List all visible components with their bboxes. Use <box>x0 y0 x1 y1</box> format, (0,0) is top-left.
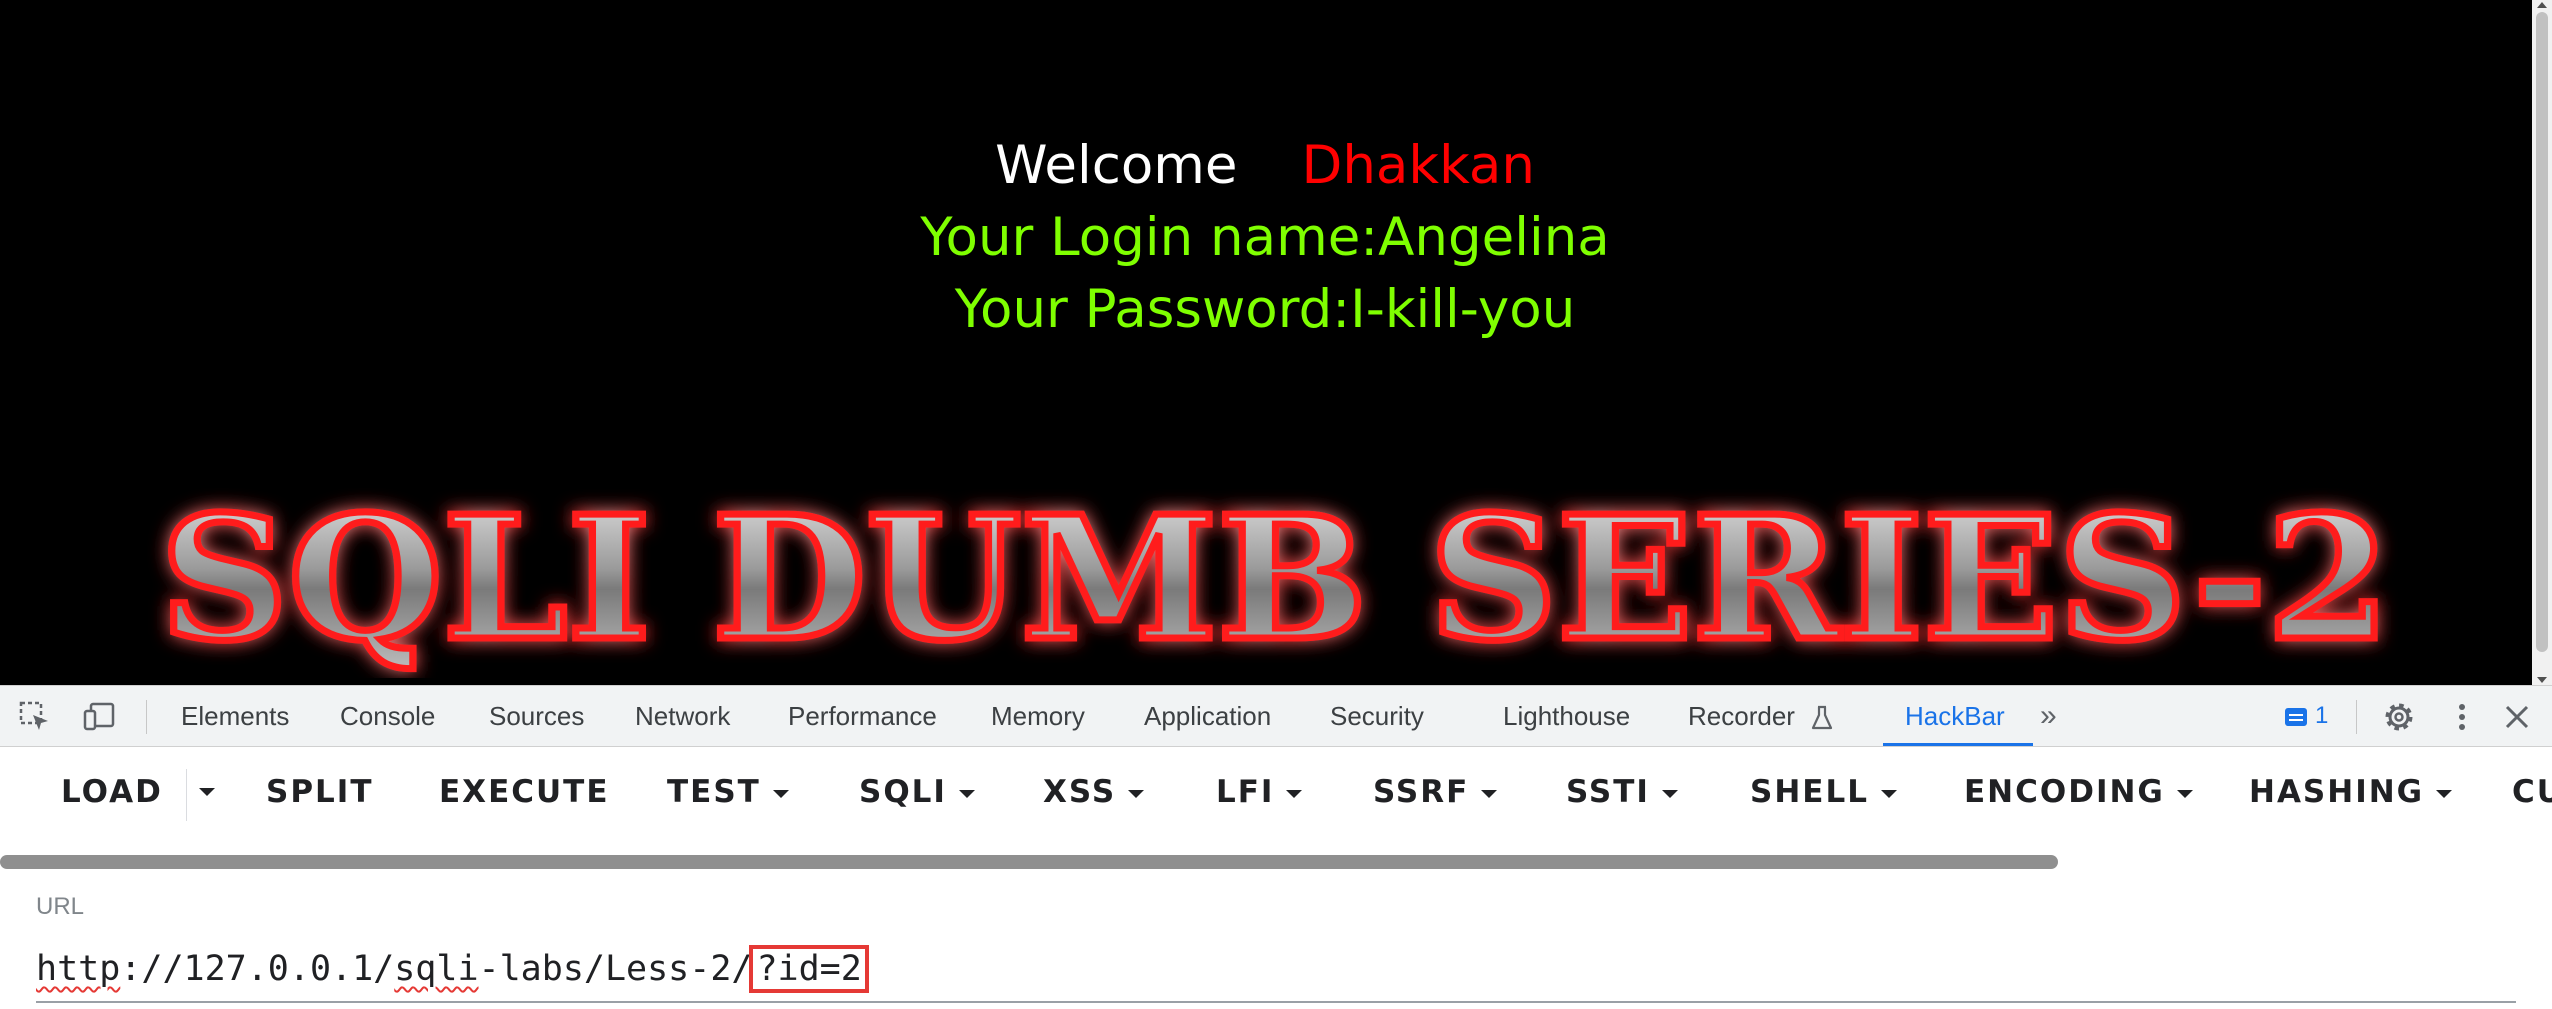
load-button[interactable]: LOAD <box>61 747 163 837</box>
ssti-menu-button[interactable]: SSTI <box>1566 747 1678 837</box>
tab-network[interactable]: Network <box>635 686 730 746</box>
ssrf-label: SSRF <box>1373 774 1470 810</box>
tab-application[interactable]: Application <box>1144 686 1271 746</box>
execute-button[interactable]: EXECUTE <box>439 747 610 837</box>
shell-label: SHELL <box>1750 774 1869 810</box>
recorder-flask-icon <box>1812 706 1833 730</box>
sqli-dumb-series-banner: SQLI DUMB SERIES-2 <box>157 488 2394 678</box>
tab-security[interactable]: Security <box>1330 686 1424 746</box>
sqli-label: SQLI <box>859 774 947 810</box>
sqli-menu-button[interactable]: SQLI <box>859 747 975 837</box>
more-tabs-icon[interactable]: » <box>2040 686 2057 746</box>
page-viewport: Welcome Dhakkan Your Login name:Angelina … <box>0 0 2552 685</box>
inspect-element-icon[interactable] <box>18 700 52 734</box>
chevron-down-icon <box>958 789 975 798</box>
url-query-highlight: ?id=2 <box>749 945 869 993</box>
url-value[interactable]: http://127.0.0.1/sqli-labs/Less-2/?id=2 <box>36 937 869 1001</box>
page-scroll-thumb[interactable] <box>2536 12 2548 652</box>
url-path-rest: -labs/Less-2/ <box>478 949 753 989</box>
xss-label: XSS <box>1043 774 1117 810</box>
url-host: ://127.0.0.1/ <box>120 949 395 989</box>
welcome-line: Welcome Dhakkan <box>0 130 2530 202</box>
welcome-block: Welcome Dhakkan Your Login name:Angelina … <box>0 130 2530 346</box>
split-button[interactable]: SPLIT <box>266 747 373 837</box>
chevron-down-icon <box>2176 789 2193 798</box>
xss-menu-button[interactable]: XSS <box>1043 747 1145 837</box>
active-tab-indicator <box>1883 743 2033 746</box>
chevron-down-icon <box>1880 789 1897 798</box>
shell-menu-button[interactable]: SHELL <box>1750 747 1897 837</box>
test-menu-button[interactable]: TEST <box>667 747 789 837</box>
password-line: Your Password:I-kill-you <box>954 279 1576 340</box>
hackbar-horizontal-scrollbar[interactable] <box>0 855 2058 869</box>
hashing-label: HASHING <box>2249 774 2425 810</box>
chevron-down-icon <box>2436 789 2453 798</box>
issues-badge[interactable]: 1 <box>2285 698 2328 734</box>
chevron-down-icon <box>1286 789 1303 798</box>
lfi-menu-button[interactable]: LFI <box>1216 747 1303 837</box>
chevron-down-icon <box>1661 789 1678 798</box>
url-scheme: http <box>36 949 121 989</box>
url-input[interactable]: http://127.0.0.1/sqli-labs/Less-2/?id=2 <box>36 937 2516 1003</box>
issues-icon <box>2285 707 2307 726</box>
settings-gear-icon[interactable] <box>2382 700 2416 734</box>
tab-elements[interactable]: Elements <box>181 686 289 746</box>
devtools-tab-bar: Elements Console Sources Network Perform… <box>0 685 2552 747</box>
banner-text: SQLI DUMB SERIES-2 <box>160 488 2390 678</box>
device-toolbar-icon[interactable] <box>82 700 116 734</box>
url-path-sqli: sqli <box>394 949 479 989</box>
welcome-username: Dhakkan <box>1301 135 1535 196</box>
hashing-menu-button[interactable]: HASHING <box>2249 747 2453 837</box>
devtools-panel: Elements Console Sources Network Perform… <box>0 685 2552 1009</box>
url-label: URL <box>36 893 85 920</box>
scroll-down-arrow-icon[interactable] <box>2537 677 2547 683</box>
load-dropdown-icon[interactable] <box>199 788 215 796</box>
tab-sources[interactable]: Sources <box>489 686 584 746</box>
tab-memory[interactable]: Memory <box>991 686 1085 746</box>
test-label: TEST <box>667 774 761 810</box>
welcome-text: Welcome <box>995 135 1238 196</box>
chevron-down-icon <box>1128 789 1145 798</box>
more-vert-icon[interactable] <box>2445 700 2479 734</box>
encoding-label: ENCODING <box>1964 774 2165 810</box>
tab-hackbar[interactable]: HackBar <box>1905 686 2005 746</box>
ssrf-menu-button[interactable]: SSRF <box>1373 747 1498 837</box>
close-icon[interactable] <box>2500 700 2534 734</box>
issues-count: 1 <box>2315 702 2329 729</box>
tab-recorder-label: Recorder <box>1688 701 1795 731</box>
tab-console[interactable]: Console <box>340 686 435 746</box>
lfi-label: LFI <box>1216 774 1275 810</box>
scroll-up-arrow-icon[interactable] <box>2537 2 2547 8</box>
tab-performance[interactable]: Performance <box>788 686 937 746</box>
login-name-line: Your Login name:Angelina <box>920 207 1610 268</box>
hackbar-toolbar: LOAD SPLIT EXECUTE TEST SQLI XSS LFI SSR… <box>0 747 2552 837</box>
ssti-label: SSTI <box>1566 774 1650 810</box>
chevron-down-icon <box>1481 789 1498 798</box>
cu-menu-button[interactable]: CU <box>2512 747 2552 837</box>
tab-lighthouse[interactable]: Lighthouse <box>1503 686 1630 746</box>
tab-recorder[interactable]: Recorder <box>1688 686 1834 746</box>
page-scrollbar[interactable] <box>2532 0 2552 685</box>
encoding-menu-button[interactable]: ENCODING <box>1964 747 2193 837</box>
chevron-down-icon <box>772 789 789 798</box>
